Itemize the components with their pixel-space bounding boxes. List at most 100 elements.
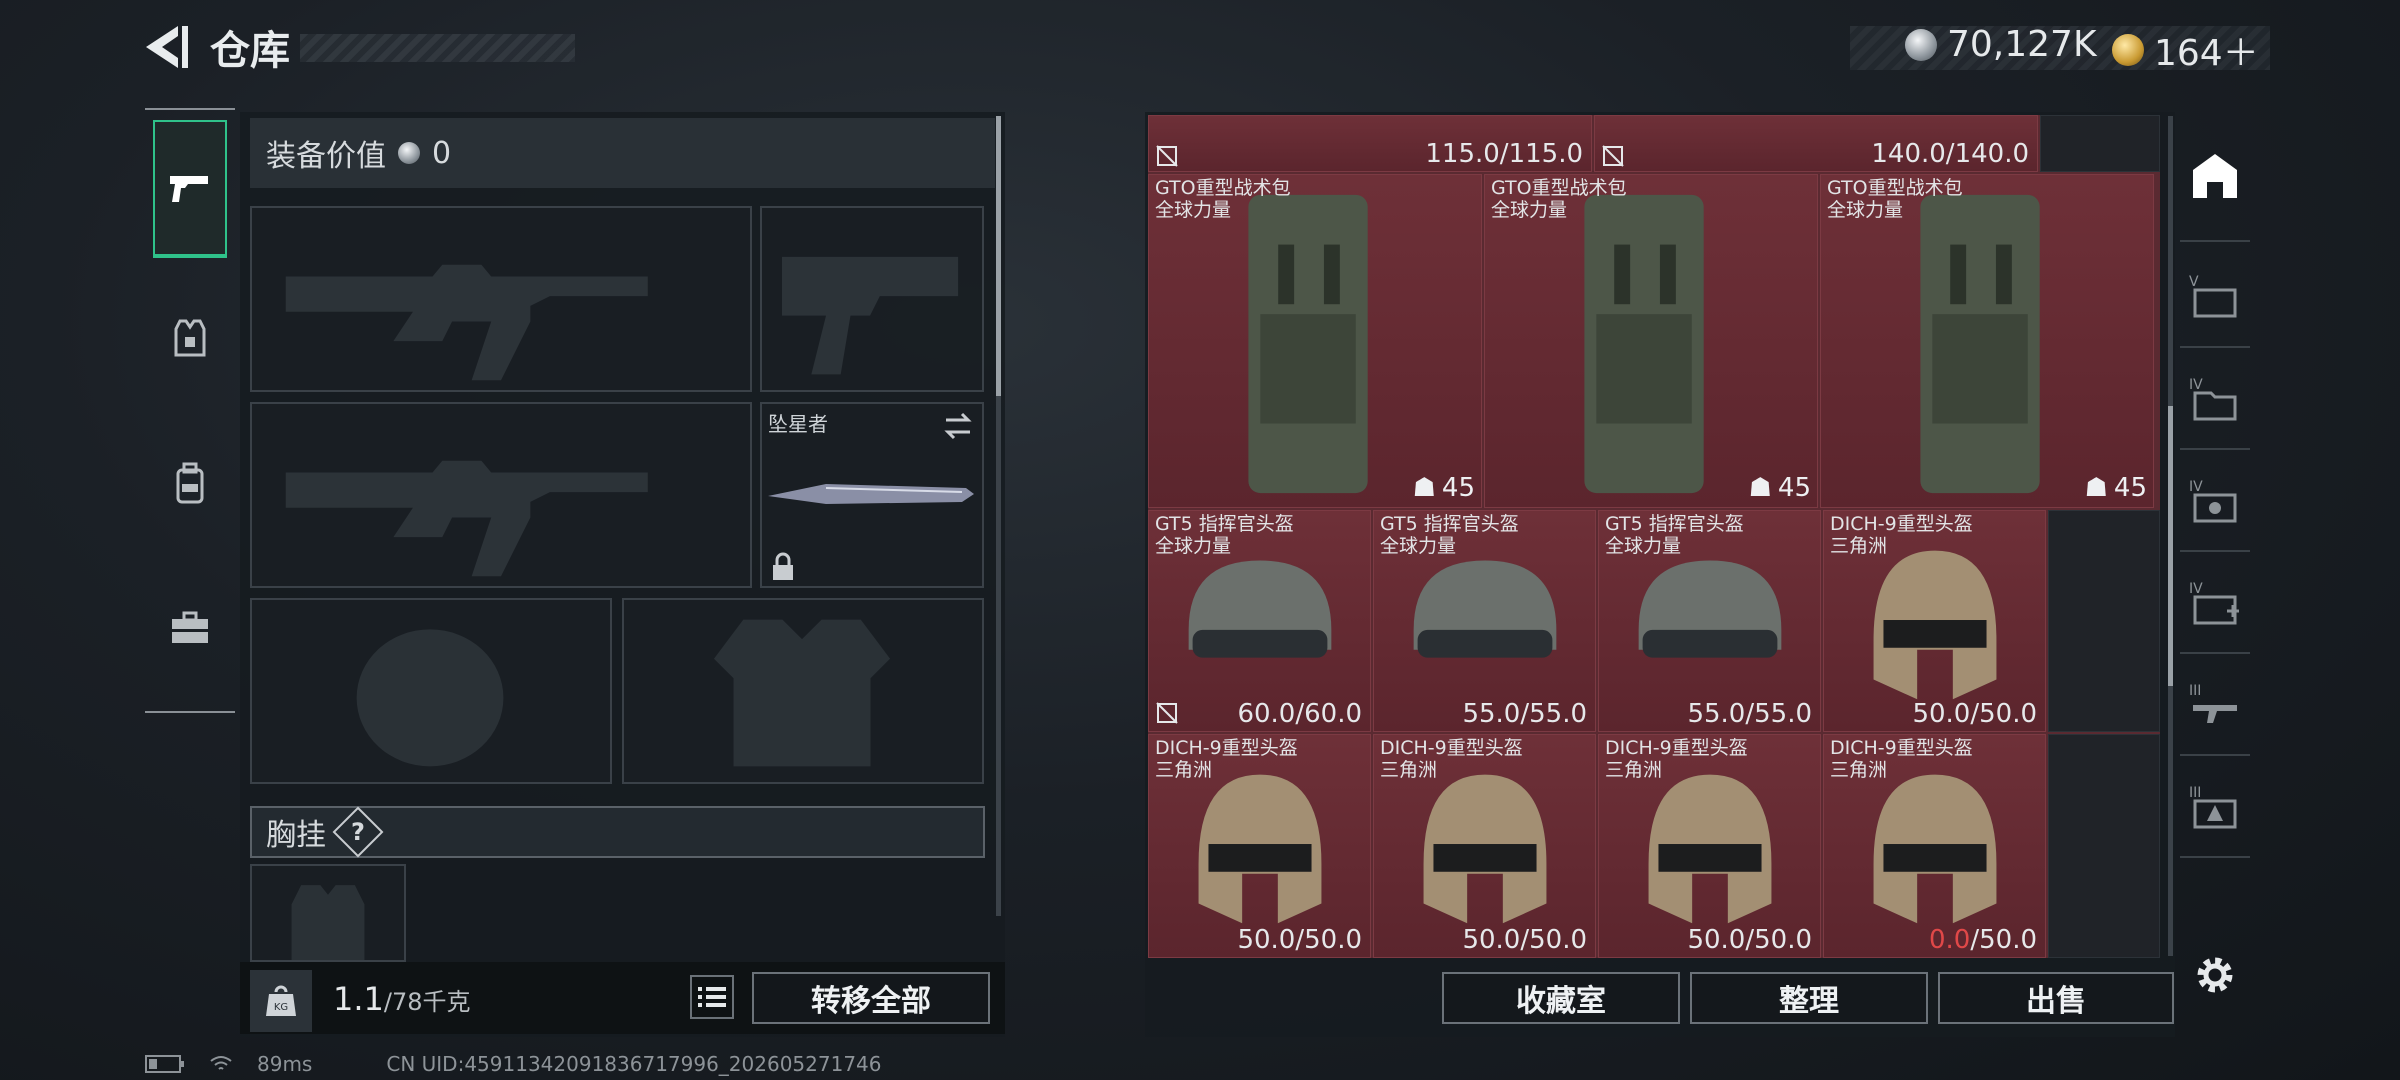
empty-cell[interactable]: [2040, 115, 2160, 172]
stash-item[interactable]: 115.0/115.0: [1148, 115, 1592, 172]
loadout-tab-rail: [145, 108, 235, 713]
silver-currency-value: 70,127K: [1947, 24, 2097, 65]
case-icon: [172, 611, 208, 643]
silver-coin-icon: [398, 142, 420, 164]
ping-readout: 89ms: [257, 1052, 313, 1076]
category-tier-iii-weapon[interactable]: III: [2180, 656, 2250, 756]
settings-gear-icon[interactable]: [2190, 950, 2240, 1000]
helmet-slot[interactable]: [250, 598, 612, 784]
helmet-item[interactable]: GT5 指挥官头盔 全球力量 55.0/55.0: [1598, 510, 1821, 732]
stash-scrollbar[interactable]: [2168, 116, 2173, 956]
svg-text:IV: IV: [2189, 479, 2203, 495]
list-icon: [698, 987, 726, 1007]
backpack-item[interactable]: GTO重型战术包 全球力量 ☗ 45: [1148, 174, 1482, 508]
tier-v-icon: V: [2189, 274, 2237, 318]
category-tier-iv-medical[interactable]: IV: [2180, 554, 2250, 654]
helmet-item[interactable]: DICH-9重型头盔 三角洲 50.0/50.0: [1823, 510, 2046, 732]
item-name-group: GTO重型战术包 全球力量: [1827, 177, 1963, 221]
stash-category-rail: V IV IV IV III III: [2180, 112, 2250, 902]
loadout-scrollbar[interactable]: [996, 116, 1001, 916]
tab-weapons[interactable]: [153, 120, 227, 258]
rifle-placeholder-icon: [285, 460, 648, 577]
backpack-item[interactable]: GTO重型战术包 全球力量 ☗ 45: [1820, 174, 2154, 508]
vest-placeholder-icon: [291, 885, 365, 960]
uid-readout: CN UID:459113420918367179​96_20260527174…: [386, 1052, 882, 1076]
durability-max: /50.0: [1970, 925, 2037, 955]
item-name-group: DICH-9重型头盔 三角洲: [1380, 737, 1523, 781]
durability: 50.0/50.0: [1912, 699, 2037, 729]
knife-label: 坠星者: [768, 412, 828, 436]
help-icon[interactable]: ?: [332, 806, 384, 858]
page-title: 仓库: [210, 28, 290, 74]
helmet-item[interactable]: DICH-9重型头盔 三角洲 50.0/50.0: [1598, 734, 1821, 958]
item-name-group: GTO重型战术包 全球力量: [1491, 177, 1627, 221]
durability-current: 0.0: [1928, 925, 1971, 955]
back-arrow-icon[interactable]: [140, 22, 190, 72]
primary-weapon-slot[interactable]: [250, 206, 752, 392]
helmet-item[interactable]: DICH-9重型头盔 三角洲 50.0/50.0: [1148, 734, 1371, 958]
tertiary-weapon-slot[interactable]: [250, 402, 752, 588]
item-name-group: DICH-9重型头盔 三角洲: [1605, 737, 1748, 781]
helmet-item[interactable]: GT5 指挥官头盔 全球力量 55.0/55.0: [1373, 510, 1596, 732]
battery-icon: [145, 1055, 184, 1073]
capacity-badge: ☗ 45: [1748, 473, 1811, 503]
durability: 55.0/55.0: [1462, 699, 1587, 729]
category-tier-v[interactable]: V: [2180, 246, 2250, 348]
item-name-group: GT5 指挥官头盔 全球力量: [1605, 513, 1744, 557]
empty-cell[interactable]: [2048, 734, 2160, 958]
svg-text:III: III: [2189, 785, 2201, 801]
lock-icon: [773, 552, 793, 580]
helmet-item[interactable]: DICH-9重型头盔 三角洲 0.0/50.0: [1823, 734, 2046, 958]
gold-currency[interactable]: 164＋: [2112, 24, 2259, 76]
durability: 50.0/50.0: [1462, 925, 1587, 955]
backpack-item[interactable]: GTO重型战术包 全球力量 ☗ 45: [1484, 174, 1818, 508]
durability: 55.0/55.0: [1687, 699, 1812, 729]
weight-readout: 1.1/78千克: [333, 980, 471, 1018]
armor-slot[interactable]: [622, 598, 984, 784]
empty-cell[interactable]: [2048, 510, 2160, 732]
collection-room-button[interactable]: 收藏室: [1442, 972, 1680, 1024]
category-tier-iv[interactable]: IV: [2180, 452, 2250, 552]
category-home[interactable]: [2180, 112, 2250, 242]
helmet-item[interactable]: GT5 指挥官头盔 全球力量 60.0/60.0: [1148, 510, 1371, 732]
transfer-all-button[interactable]: 转移全部: [752, 972, 990, 1024]
tab-armor[interactable]: [153, 270, 227, 408]
chest-rig-header: 胸挂 ?: [250, 806, 985, 858]
backpack-small-icon: ☗: [1412, 473, 1436, 503]
silver-coin-icon: [1905, 28, 1937, 61]
silver-currency[interactable]: 70,127K: [1905, 24, 2097, 65]
no-repair-icon: [1156, 145, 1178, 167]
durability: 60.0/60.0: [1237, 699, 1362, 729]
pistol-placeholder-icon: [781, 256, 959, 375]
svg-text:IV: IV: [2189, 581, 2203, 597]
tier-iii-weapon-icon: III: [2189, 683, 2237, 723]
tab-case[interactable]: [153, 560, 227, 698]
tier-iv-folder-icon: IV: [2189, 377, 2237, 421]
category-tier-iii-armor[interactable]: III: [2180, 758, 2250, 858]
sell-button[interactable]: 出售: [1938, 972, 2174, 1024]
durability: 50.0/50.0: [1237, 925, 1362, 955]
durability: 140.0/140.0: [1871, 139, 2029, 169]
pistol-icon: [170, 176, 208, 202]
wifi-icon: [210, 1056, 232, 1070]
item-name-group: GT5 指挥官头盔 全球力量: [1155, 513, 1294, 557]
stash-item[interactable]: 140.0/140.0: [1594, 115, 2038, 172]
weight-capacity: /78千克: [383, 988, 471, 1016]
weight-value: 1.1: [333, 980, 384, 1018]
equip-value: 0: [432, 135, 452, 171]
helmet-item[interactable]: DICH-9重型头盔 三角洲 50.0/50.0: [1373, 734, 1596, 958]
swap-icon[interactable]: [942, 410, 974, 442]
equip-value-label: 装备价值: [266, 139, 386, 174]
backpack-art: [1920, 194, 2040, 494]
tab-backpack[interactable]: [153, 415, 227, 553]
chest-rig-slot[interactable]: [250, 864, 406, 962]
knife-slot[interactable]: 坠星者: [760, 402, 984, 588]
item-name-group: DICH-9重型头盔 三角洲: [1830, 513, 1973, 557]
tier-iv-icon: IV: [2189, 479, 2237, 523]
secondary-weapon-slot[interactable]: [760, 206, 984, 392]
category-tier-iv-folder[interactable]: IV: [2180, 350, 2250, 450]
item-name-group: GTO重型战术包 全球力量: [1155, 177, 1291, 221]
svg-text:III: III: [2189, 683, 2201, 699]
list-view-button[interactable]: [690, 975, 734, 1019]
organize-button[interactable]: 整理: [1690, 972, 1928, 1024]
